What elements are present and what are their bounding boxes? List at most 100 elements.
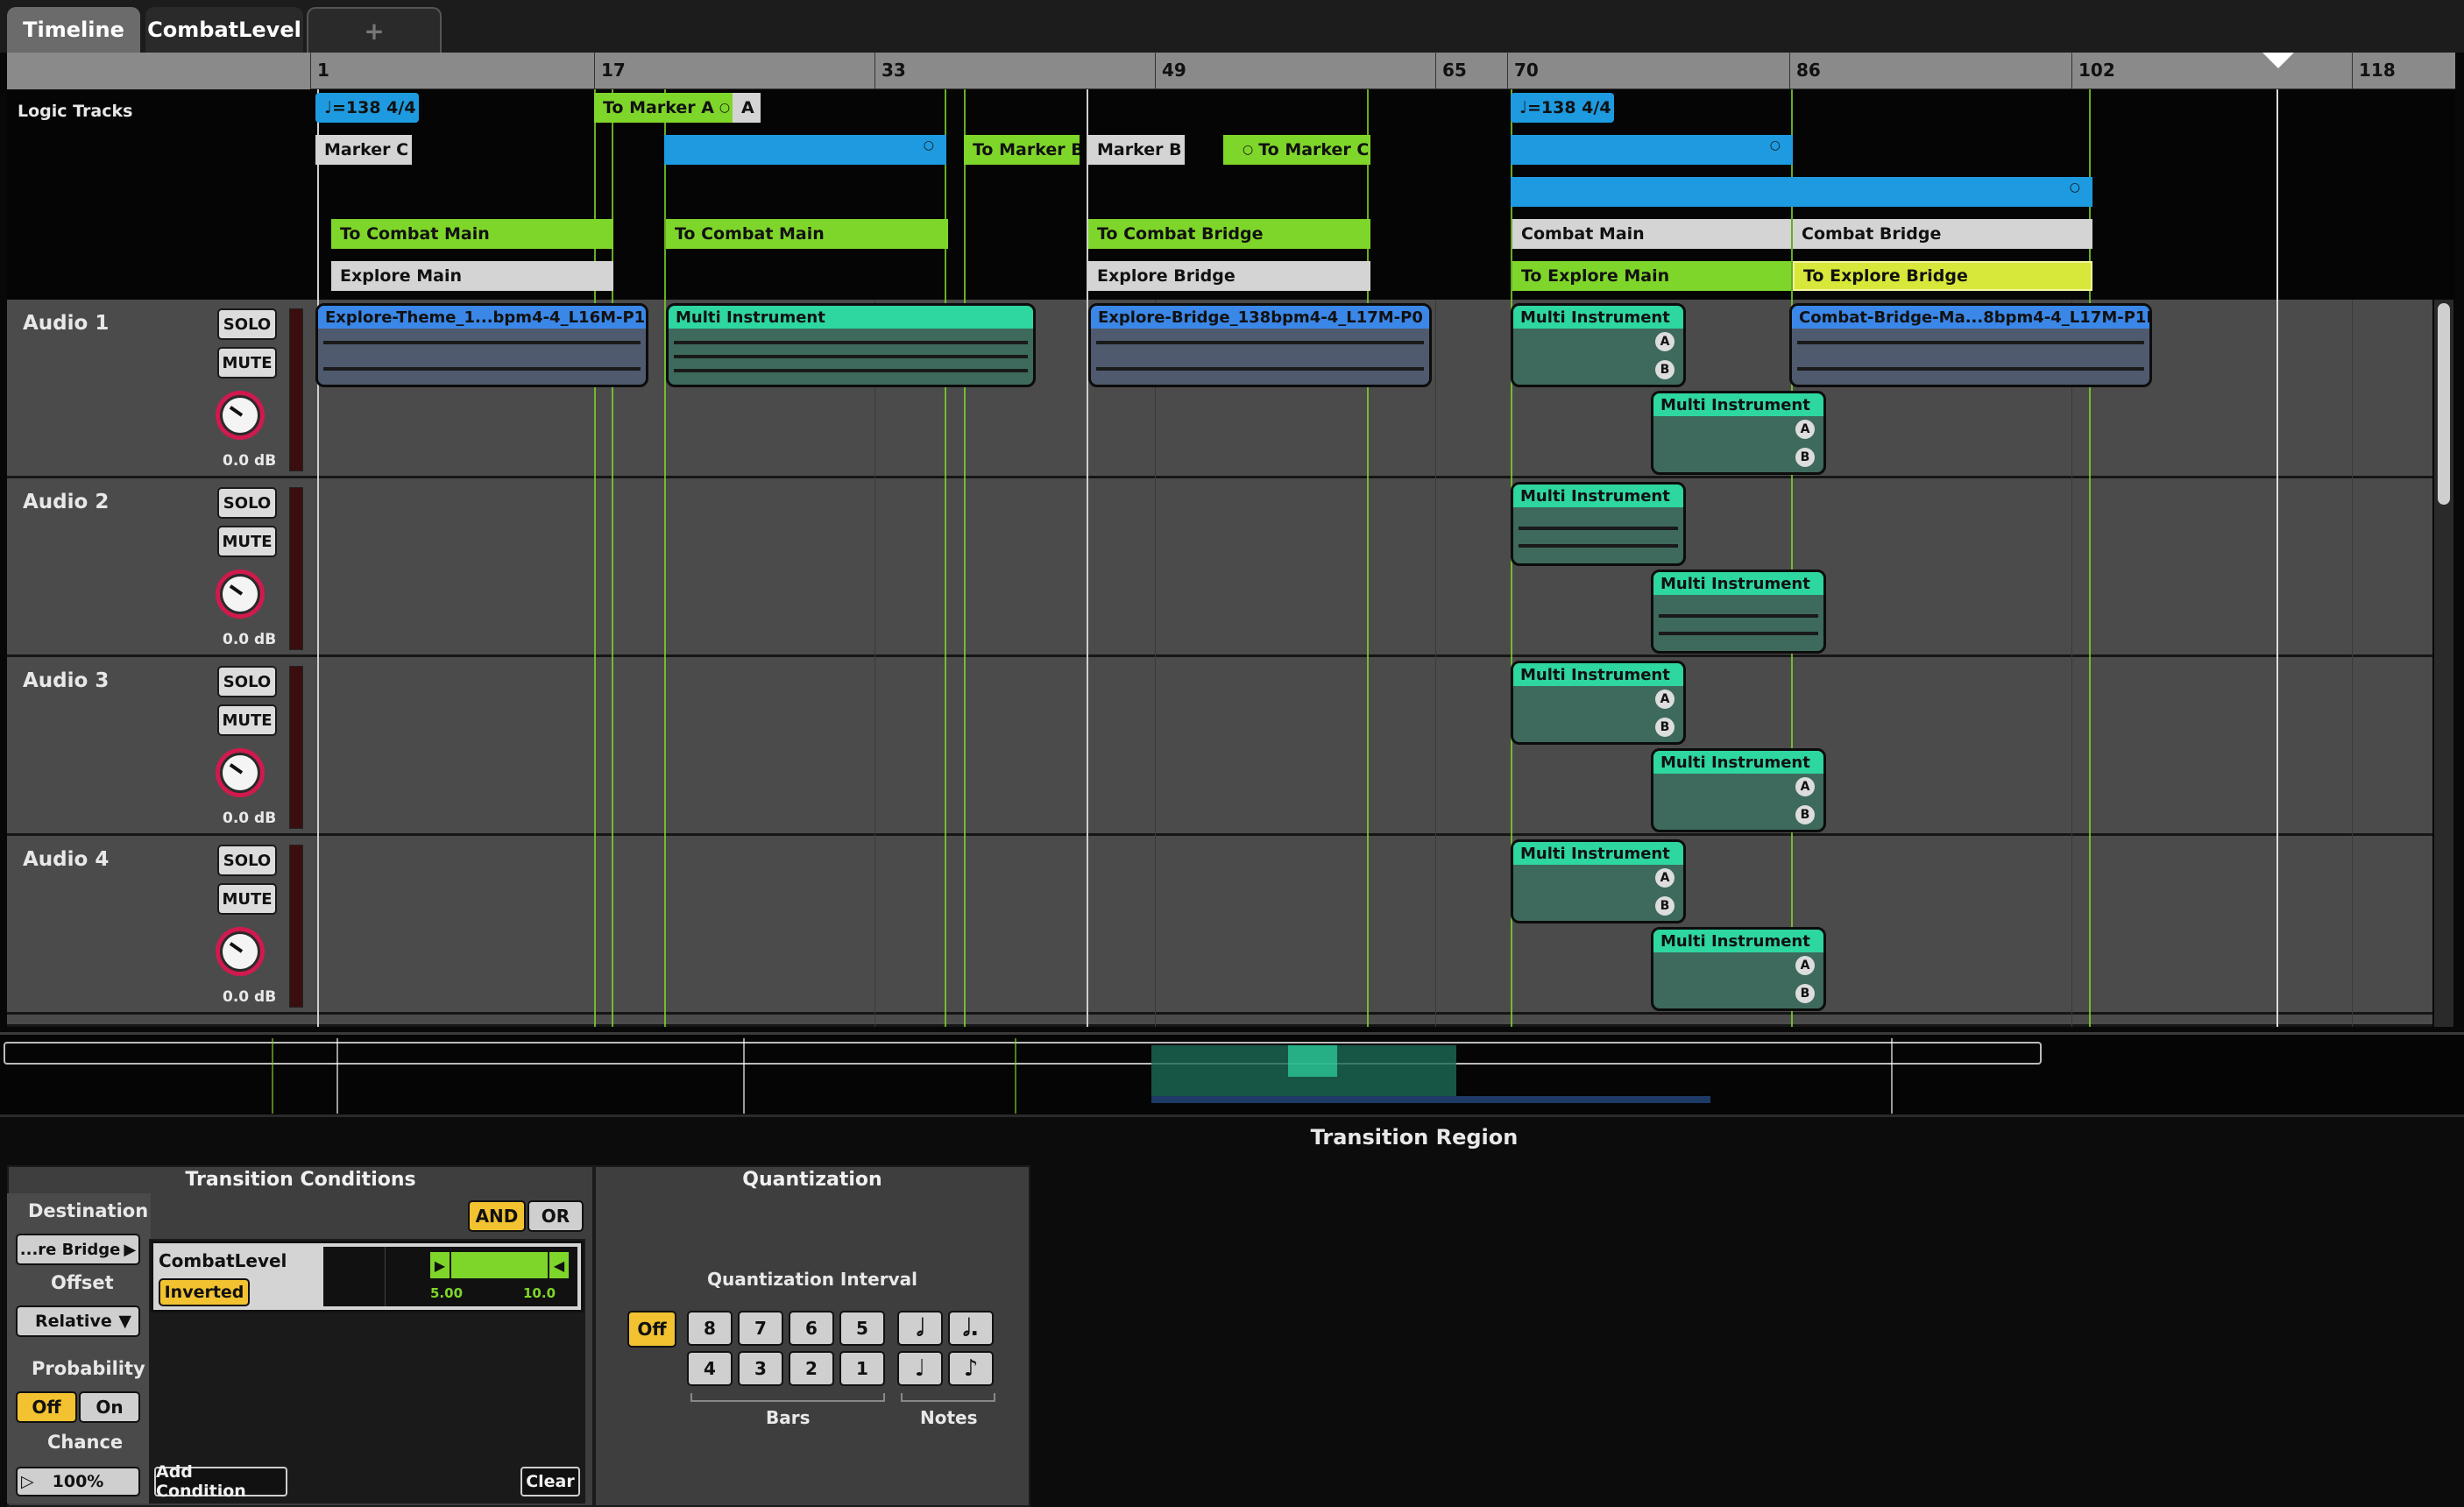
eighth-note-button[interactable]: ♪	[948, 1351, 994, 1386]
to-explore-bridge[interactable]: To Explore Bridge	[1793, 261, 2092, 291]
add-tab-button[interactable]: +	[307, 7, 442, 53]
bars-7-button[interactable]: 7	[738, 1311, 783, 1346]
mute-button[interactable]: MUTE	[217, 526, 277, 557]
combat-bridge-marker[interactable]: Combat Bridge	[1793, 219, 2092, 249]
track-audio-3	[7, 657, 2432, 836]
transition-region-bar[interactable]: ○	[664, 135, 946, 165]
ruler-label: 33	[882, 60, 906, 81]
explore-main-marker[interactable]: Explore Main	[331, 261, 613, 291]
mute-button[interactable]: MUTE	[217, 347, 277, 379]
bars-6-button[interactable]: 6	[789, 1311, 834, 1346]
timeline-ruler[interactable]: 1 17 33 49 65 70 86 102 118	[310, 52, 2455, 89]
bars-4-button[interactable]: 4	[687, 1351, 733, 1386]
destination-dropdown[interactable]: ...re Bridge ▶	[16, 1234, 140, 1265]
chance-value: 100%	[52, 1472, 104, 1491]
probability-on-button[interactable]: On	[79, 1391, 140, 1423]
tempo-marker[interactable]: ♩ =138 4/4	[315, 93, 419, 123]
timeline-overview[interactable]	[0, 1032, 2464, 1114]
marker-c[interactable]: Marker C	[315, 135, 412, 165]
or-button[interactable]: OR	[527, 1200, 584, 1232]
explore-bridge-marker[interactable]: Explore Bridge	[1088, 261, 1370, 291]
logic-tracks-label: Logic Tracks	[18, 102, 133, 121]
to-combat-main-2[interactable]: To Combat Main	[666, 219, 948, 249]
combat-main-marker[interactable]: Combat Main	[1512, 219, 1791, 249]
multi-instrument-clip[interactable]: Multi Instrument A B	[1511, 839, 1686, 923]
to-marker-a[interactable]: To Marker A ○	[594, 93, 738, 123]
bars-5-button[interactable]: 5	[839, 1311, 885, 1346]
multi-instrument-clip[interactable]: Multi Instrument A B	[1651, 748, 1826, 832]
quantization-off-button[interactable]: Off	[627, 1311, 676, 1348]
vertical-scrollbar[interactable]	[2434, 300, 2453, 1027]
tempo-marker-2[interactable]: ♩ =138 4/4	[1511, 93, 1614, 123]
tab-timeline[interactable]: Timeline	[7, 7, 140, 53]
solo-button[interactable]: SOLO	[217, 845, 277, 876]
probability-off-button[interactable]: Off	[16, 1391, 77, 1423]
audio-clip[interactable]: Explore-Bridge_138bpm4-4_L17M-P0	[1088, 303, 1432, 387]
clip-title: Multi Instrument	[1653, 572, 1823, 595]
tempo-marker-2-label: =138 4/4	[1526, 98, 1611, 117]
eighth-note-icon: ♪	[963, 1355, 979, 1382]
multi-instrument-clip[interactable]: Multi Instrument A B	[1511, 303, 1686, 387]
to-combat-bridge[interactable]: To Combat Bridge	[1088, 219, 1370, 249]
overview-viewport[interactable]	[4, 1042, 2042, 1065]
bars-2-button[interactable]: 2	[789, 1351, 834, 1386]
range-min-handle[interactable]: ▶	[428, 1250, 451, 1280]
scrollbar-thumb[interactable]	[2438, 303, 2450, 505]
bars-8-button[interactable]: 8	[687, 1311, 733, 1346]
marker-a[interactable]: A	[733, 93, 761, 123]
multi-instrument-clip[interactable]: Multi Instrument	[1511, 482, 1686, 566]
volume-knob[interactable]	[216, 570, 265, 619]
audio-clip[interactable]: Explore-Theme_1...bpm4-4_L16M-P1M	[315, 303, 648, 387]
transition-region-bar[interactable]: ○	[1511, 177, 2092, 207]
marker-b[interactable]: Marker B	[1088, 135, 1185, 165]
bars-3-button[interactable]: 3	[738, 1351, 783, 1386]
destination-label: Destination	[28, 1200, 149, 1221]
bars-label: 3	[754, 1358, 767, 1379]
tab-combatlevel[interactable]: CombatLevel	[145, 7, 303, 53]
multi-instrument-clip[interactable]: Multi Instrument	[1651, 570, 1826, 654]
dotted-quarter-note-button[interactable]: 𝅗𝅥.	[948, 1311, 994, 1346]
range-slider[interactable]: ▶ ◀ 5.00 10.0	[323, 1247, 577, 1306]
ruler-label: 49	[1162, 60, 1186, 81]
to-explore-main[interactable]: To Explore Main	[1512, 261, 1791, 291]
offset-dropdown[interactable]: Relative ▼	[16, 1305, 140, 1337]
multi-instrument-clip[interactable]: Multi Instrument A B	[1511, 661, 1686, 745]
clip-title: Multi Instrument	[1513, 306, 1683, 329]
volume-knob[interactable]	[216, 748, 265, 797]
mute-label: MUTE	[222, 532, 273, 551]
bars-1-button[interactable]: 1	[839, 1351, 885, 1386]
mute-button[interactable]: MUTE	[217, 704, 277, 736]
multi-instrument-clip[interactable]: Multi Instrument	[666, 303, 1036, 387]
probability-label: Probability	[32, 1358, 145, 1379]
multi-instrument-clip[interactable]: Multi Instrument A B	[1651, 927, 1826, 1011]
and-button[interactable]: AND	[468, 1200, 526, 1232]
solo-button[interactable]: SOLO	[217, 487, 277, 519]
solo-button[interactable]: SOLO	[217, 308, 277, 340]
transition-region-bar[interactable]: ○	[1511, 135, 1793, 165]
volume-knob[interactable]	[216, 927, 265, 976]
clear-button[interactable]: Clear	[520, 1467, 580, 1496]
mute-label: MUTE	[222, 889, 273, 909]
bars-label: 6	[805, 1318, 818, 1339]
playhead-handle[interactable]	[2262, 53, 2294, 68]
audio-clip[interactable]: Combat-Bridge-Ma...8bpm4-4_L17M-P1B	[1789, 303, 2152, 387]
solo-label: SOLO	[223, 672, 272, 691]
solo-label: SOLO	[223, 315, 272, 334]
mute-button[interactable]: MUTE	[217, 883, 277, 915]
volume-knob[interactable]	[216, 391, 265, 440]
condition-row[interactable]: CombatLevel Inverted ▶ ◀ 5.00 10.0	[151, 1241, 584, 1312]
to-marker-b[interactable]: To Marker B	[964, 135, 1080, 165]
half-note-button[interactable]: 𝅗𝅥	[897, 1311, 943, 1346]
chance-slider[interactable]: ▷ 100%	[16, 1467, 140, 1496]
clear-label: Clear	[526, 1472, 575, 1491]
to-explore-main-label: To Explore Main	[1521, 266, 1670, 286]
multi-instrument-clip[interactable]: Multi Instrument A B	[1651, 391, 1826, 475]
range-max-handle[interactable]: ◀	[548, 1250, 570, 1280]
quarter-note-button[interactable]: ♩	[897, 1351, 943, 1386]
inverted-toggle[interactable]: Inverted	[159, 1278, 250, 1306]
level-meter	[289, 487, 303, 650]
to-marker-c[interactable]: ○ To Marker C	[1223, 135, 1370, 165]
solo-button[interactable]: SOLO	[217, 666, 277, 697]
add-condition-button[interactable]: Add Condition	[154, 1462, 287, 1501]
to-combat-main-1[interactable]: To Combat Main	[331, 219, 613, 249]
